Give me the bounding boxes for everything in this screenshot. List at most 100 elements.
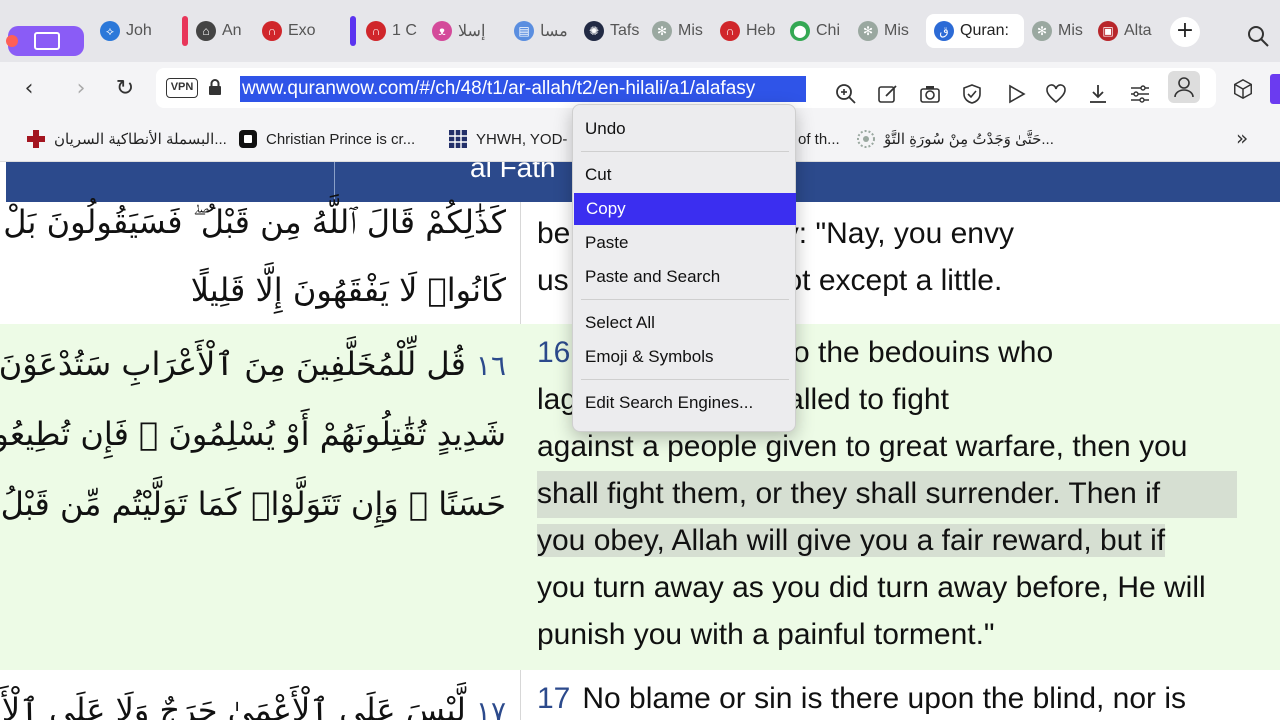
map-pin-icon: ⬤ bbox=[790, 21, 810, 41]
arabic-text[interactable]: ١٧ لَّيْسَ عَلَى ٱلْأَعْمَىٰ حَرَجٌ وَلَا… bbox=[0, 676, 520, 720]
bookmark-label: البسملة الأنطاكية السريان... bbox=[54, 131, 227, 148]
tab-label: Mis bbox=[1058, 22, 1083, 39]
tab-label: إسلا bbox=[458, 23, 486, 40]
menu-item-paste-and-search[interactable]: Paste and Search bbox=[573, 261, 797, 293]
forward-button[interactable]: › bbox=[64, 72, 98, 106]
black-square-icon bbox=[239, 130, 257, 148]
extensions-cube-icon[interactable] bbox=[1232, 78, 1254, 100]
tab-5[interactable]: ▤ مسا bbox=[514, 14, 576, 48]
cat-icon: ᴥ bbox=[432, 21, 452, 41]
tab-group-marker[interactable] bbox=[350, 16, 356, 46]
tab-label: Mis bbox=[678, 22, 703, 39]
menu-item-paste[interactable]: Paste bbox=[573, 227, 797, 259]
grid-icon bbox=[449, 130, 467, 148]
english-line: 17 No blame or sin is there upon the blin… bbox=[537, 676, 1277, 720]
arabic-line: ١٧ لَّيْسَ عَلَى ٱلْأَعْمَىٰ حَرَجٌ وَلَا… bbox=[0, 676, 506, 720]
english-line: you obey, Allah will give you a fair rew… bbox=[537, 518, 1277, 565]
menu-item-emoji-symbols[interactable]: Emoji & Symbols bbox=[573, 341, 797, 373]
tab-11[interactable]: ق Quran: bbox=[926, 14, 1024, 48]
tab-8[interactable]: ∩ Heb bbox=[720, 14, 780, 48]
download-icon[interactable] bbox=[1086, 82, 1110, 106]
close-window-dot[interactable] bbox=[6, 35, 18, 47]
back-button[interactable]: ‹ bbox=[12, 72, 46, 106]
bookmark-label: of th... bbox=[798, 130, 840, 148]
address-bar[interactable]: VPN www.quranwow.com/#/ch/48/t1/ar-allah… bbox=[156, 68, 1216, 108]
tab-4[interactable]: ᴥ إسلا bbox=[432, 14, 492, 48]
bookmark-surah-tawbah[interactable]: حَتَّىٰ وَجَدْتُ مِنْ سُورَةِ التَّوْ... bbox=[856, 128, 1054, 150]
menu-item-edit-search-engines[interactable]: Edit Search Engines... bbox=[573, 387, 797, 419]
tab-label: 1 C bbox=[392, 22, 417, 39]
document-icon: ▤ bbox=[514, 21, 534, 41]
blue-bird-icon: ⟡ bbox=[100, 21, 120, 41]
profile-button[interactable] bbox=[1168, 71, 1200, 103]
camera-icon[interactable] bbox=[918, 82, 942, 106]
menu-item-copy[interactable]: Copy bbox=[574, 193, 796, 225]
url-text[interactable]: www.quranwow.com/#/ch/48/t1/ar-allah/t2/… bbox=[240, 76, 806, 102]
sidebar-toggle[interactable] bbox=[1270, 74, 1280, 104]
menu-item-undo[interactable]: Undo bbox=[573, 113, 797, 145]
workspace-icon bbox=[34, 32, 60, 50]
bookmark-label: YHWH, YOD- bbox=[476, 130, 568, 148]
play-icon[interactable] bbox=[1004, 82, 1028, 106]
verse-number[interactable]: 16 bbox=[537, 336, 570, 369]
new-tab-button[interactable]: + bbox=[1170, 17, 1200, 47]
bookmark-christian-prince[interactable]: Christian Prince is cr... bbox=[238, 128, 415, 150]
red-cross-icon bbox=[27, 130, 45, 148]
arabic-text[interactable]: ١٦ قُل لِّلْمُخَلَّفِينَ مِنَ ٱلْأَعْرَاب… bbox=[0, 330, 520, 538]
arabic-line: شَدِيدٍ تُقَٰتِلُونَهُمْ أَوْ يُسْلِمُون… bbox=[0, 415, 506, 453]
arch-icon: ∩ bbox=[262, 21, 282, 41]
tab-label: Quran: bbox=[960, 22, 1009, 39]
tab-12[interactable]: ✻ Mis bbox=[1032, 14, 1092, 48]
arabic-line-text: لَّيْسَ عَلَى ٱلْأَعْمَىٰ حَرَجٌ وَلَا ع… bbox=[0, 691, 466, 720]
arabic-line: كَانُوا۟ لَا يَفْقَهُونَ إِلَّا قَلِيلًا bbox=[190, 271, 506, 309]
seal-icon: ✺ bbox=[584, 21, 604, 41]
tab-2[interactable]: ∩ Exo bbox=[262, 14, 330, 48]
tab-13[interactable]: ▣ Alta bbox=[1098, 14, 1162, 48]
arabic-text[interactable]: كَذَٰلِكُمْ قَالَ ٱللَّهُ مِن قَبْلُ ۖ ف… bbox=[0, 188, 520, 324]
menu-item-cut[interactable]: Cut bbox=[573, 159, 797, 191]
bookmark-partial[interactable]: of th... bbox=[798, 128, 840, 150]
bookmark-label: حَتَّىٰ وَجَدْتُ مِنْ سُورَةِ التَّوْ... bbox=[884, 131, 1054, 148]
arch-icon: ∩ bbox=[366, 21, 386, 41]
bookmark-syriac[interactable]: البسملة الأنطاكية السريان... bbox=[26, 128, 227, 150]
tab-9[interactable]: ⬤ Chi bbox=[790, 14, 850, 48]
bookmarks-overflow-icon[interactable]: » bbox=[1236, 126, 1248, 150]
arch-icon: ∩ bbox=[720, 21, 740, 41]
english-line-text-highlighted: you obey, Allah will give you a fair rew… bbox=[537, 524, 1166, 557]
lock-icon[interactable] bbox=[206, 78, 224, 96]
menu-separator bbox=[581, 379, 789, 380]
tab-group-marker[interactable] bbox=[182, 16, 188, 46]
search-tabs-icon[interactable] bbox=[1246, 24, 1270, 48]
workspace-button[interactable] bbox=[6, 26, 84, 56]
tab-label: Mis bbox=[884, 22, 909, 39]
english-line: you turn away as you did turn away befor… bbox=[537, 571, 1206, 604]
context-menu: Undo Cut Copy Paste Paste and Search Sel… bbox=[572, 104, 796, 432]
tab-0[interactable]: ⟡ Joh bbox=[100, 14, 164, 48]
arabic-line: حَسَنًا ۖ وَإِن تَتَوَلَّوْا۟ كَمَا تَوَ… bbox=[0, 485, 506, 523]
reload-button[interactable]: ↻ bbox=[108, 72, 142, 106]
tab-6[interactable]: ✺ Tafs bbox=[584, 14, 644, 48]
tab-10[interactable]: ✻ Mis bbox=[858, 14, 918, 48]
tab-strip: ⟡ Joh ⌂ An ∩ Exo ∩ 1 C ᴥ إسلا ▤ مسا ✺ Tafs ✻ Mis ∩ Heb ⬤ Ch… bbox=[0, 0, 1280, 62]
vpn-badge[interactable]: VPN bbox=[166, 78, 198, 98]
tab-3[interactable]: ∩ 1 C bbox=[366, 14, 424, 48]
tab-1[interactable]: ⌂ An bbox=[196, 14, 254, 48]
star-ornament-icon: ✻ bbox=[652, 21, 672, 41]
heart-icon[interactable] bbox=[1044, 82, 1068, 106]
english-line-text: No blame or sin is there upon the blind,… bbox=[582, 682, 1187, 715]
bookmark-yhwh[interactable]: YHWH, YOD- bbox=[448, 128, 567, 150]
edit-icon[interactable] bbox=[876, 82, 900, 106]
menu-item-select-all[interactable]: Select All bbox=[573, 307, 797, 339]
sliders-icon[interactable] bbox=[1128, 82, 1152, 106]
menu-separator bbox=[581, 151, 789, 152]
tab-label: Tafs bbox=[610, 22, 640, 39]
tab-label: Alta bbox=[1124, 22, 1152, 39]
verse-number[interactable]: 17 bbox=[537, 682, 570, 715]
zoom-icon[interactable] bbox=[834, 82, 858, 106]
shield-icon[interactable] bbox=[960, 82, 984, 106]
bookmark-label: Christian Prince is cr... bbox=[266, 130, 416, 148]
tab-7[interactable]: ✻ Mis bbox=[652, 14, 712, 48]
user-icon bbox=[1174, 77, 1194, 98]
tab-label: Chi bbox=[816, 22, 841, 39]
english-text[interactable]: 17 No blame or sin is there upon the blin… bbox=[537, 676, 1277, 720]
